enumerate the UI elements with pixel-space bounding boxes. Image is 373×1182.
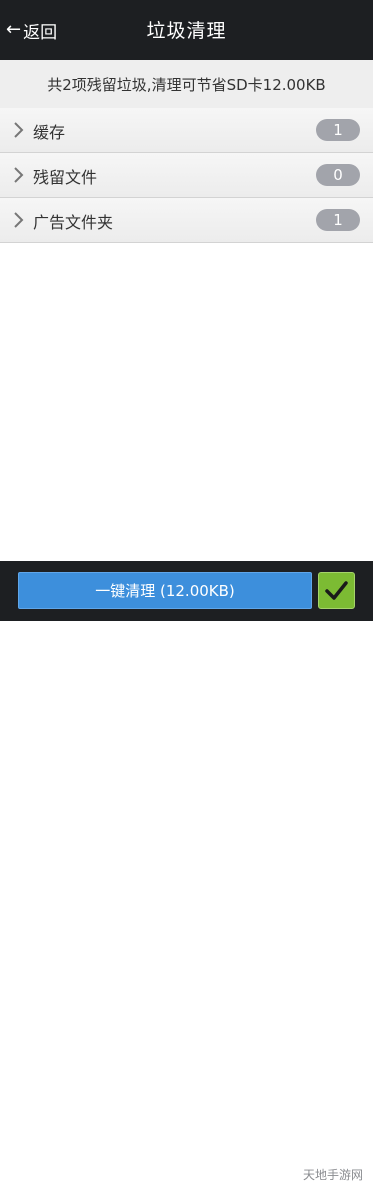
title-bar: ← 返回 垃圾清理 [0, 0, 373, 60]
chevron-right-icon [14, 167, 24, 183]
list-item-cache[interactable]: 缓存 1 [0, 108, 373, 153]
page-title: 垃圾清理 [146, 20, 227, 42]
checkmark-icon [325, 581, 348, 600]
list-item-ad-folders[interactable]: 广告文件夹 1 [0, 198, 373, 243]
one-click-clean-button[interactable]: 一键清理 (12.00KB) [18, 572, 312, 609]
chevron-right-icon [14, 212, 24, 228]
count-badge: 1 [316, 209, 360, 231]
chevron-right-icon [14, 122, 24, 138]
list-item-residual-files[interactable]: 残留文件 0 [0, 153, 373, 198]
list-item-label: 广告文件夹 [33, 213, 114, 232]
list-item-label: 缓存 [33, 123, 66, 142]
list-item-label: 残留文件 [33, 168, 98, 187]
bottom-action-bar: 一键清理 (12.00KB) 天地手游网 [0, 561, 373, 1182]
count-badge: 1 [316, 119, 360, 141]
confirm-button[interactable] [318, 572, 355, 609]
watermark: 天地手游网 [302, 1168, 363, 1182]
junk-summary: 共2项残留垃圾,清理可节省SD卡12.00KB [0, 60, 373, 109]
count-badge: 0 [316, 164, 360, 186]
